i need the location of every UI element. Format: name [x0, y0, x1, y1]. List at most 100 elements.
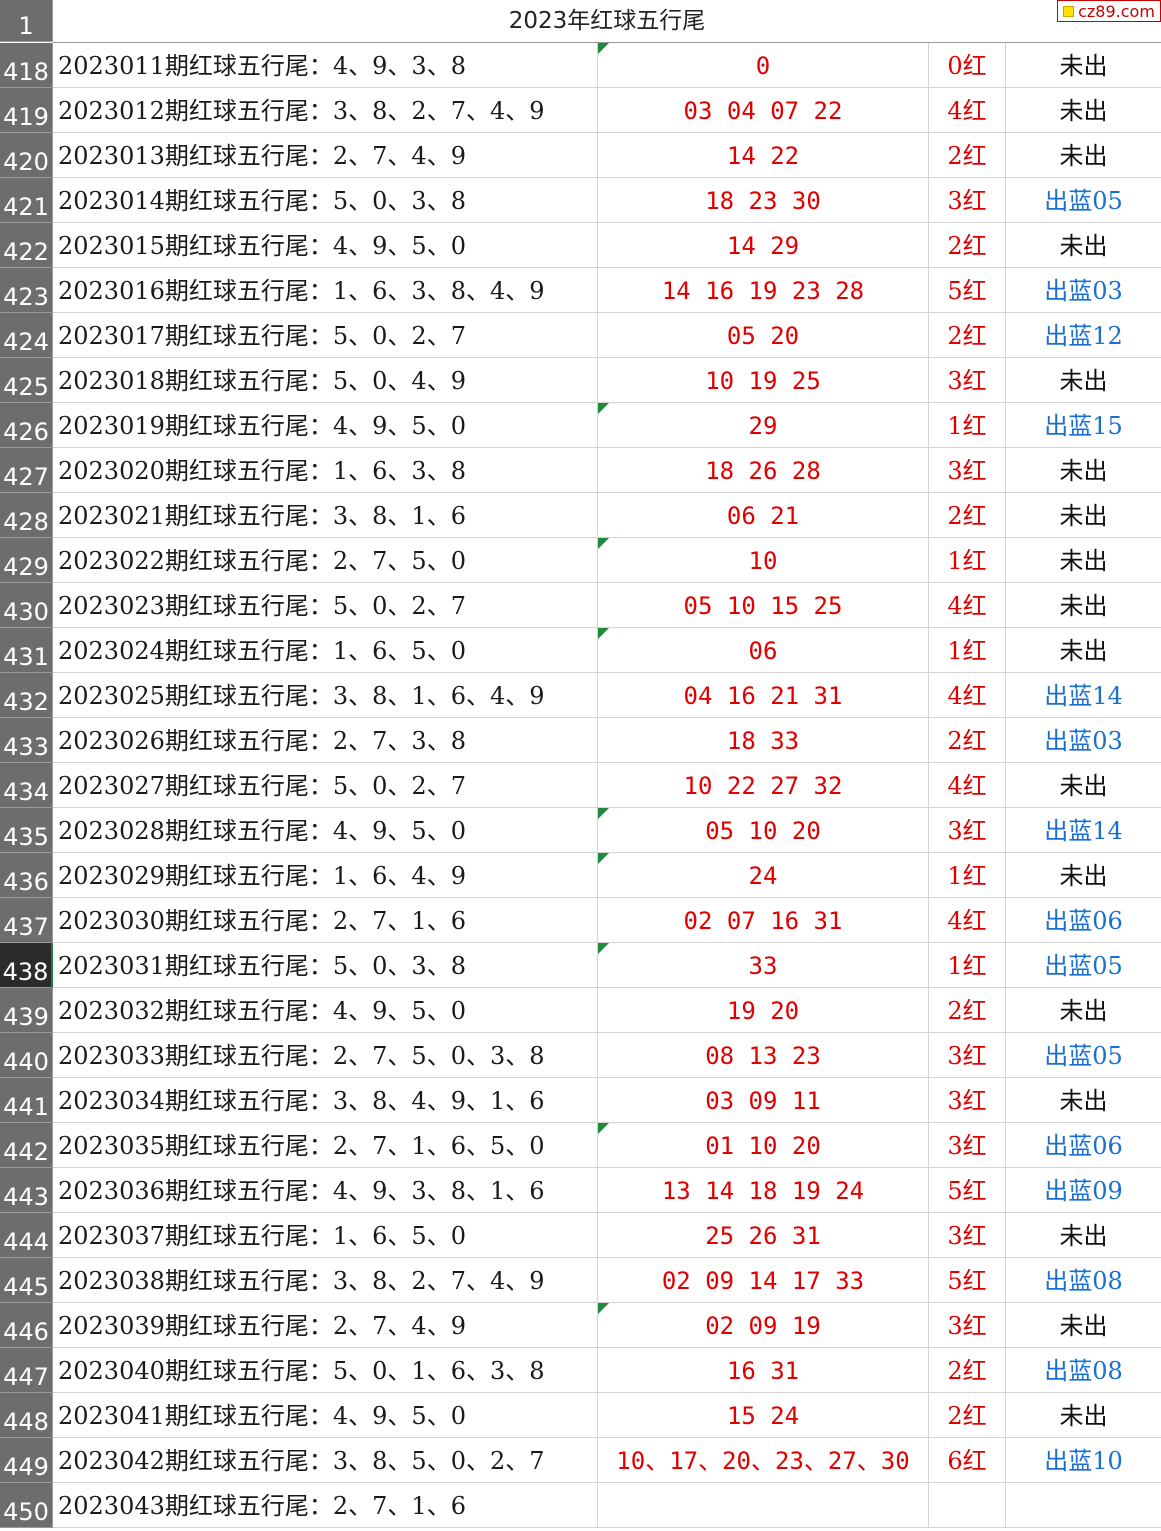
- red-count-cell[interactable]: 3红: [929, 358, 1006, 402]
- red-numbers-cell[interactable]: 18 23 30: [598, 178, 929, 222]
- row-header[interactable]: 433: [0, 718, 53, 763]
- red-count-cell[interactable]: 4红: [929, 583, 1006, 627]
- red-numbers-cell[interactable]: 02 07 16 31: [598, 898, 929, 942]
- red-numbers-cell[interactable]: 10 19 25: [598, 358, 929, 402]
- row-header[interactable]: 448: [0, 1393, 53, 1438]
- row-header[interactable]: 438: [0, 943, 53, 988]
- blue-status-cell[interactable]: 出蓝08: [1006, 1258, 1161, 1302]
- red-count-cell[interactable]: 1红: [929, 538, 1006, 582]
- red-count-cell[interactable]: 2红: [929, 223, 1006, 267]
- red-count-cell[interactable]: 3红: [929, 448, 1006, 492]
- blue-status-cell[interactable]: 出蓝05: [1006, 943, 1161, 987]
- issue-description-cell[interactable]: 2023013期红球五行尾：2、7、4、9: [53, 133, 598, 177]
- issue-description-cell[interactable]: 2023026期红球五行尾：2、7、3、8: [53, 718, 598, 762]
- red-numbers-cell[interactable]: 04 16 21 31: [598, 673, 929, 717]
- row-header[interactable]: 425: [0, 358, 53, 403]
- blue-status-cell[interactable]: 出蓝09: [1006, 1168, 1161, 1212]
- red-numbers-cell[interactable]: 15 24: [598, 1393, 929, 1437]
- red-numbers-cell[interactable]: 10 22 27 32: [598, 763, 929, 807]
- issue-description-cell[interactable]: 2023025期红球五行尾：3、8、1、6、4、9: [53, 673, 598, 717]
- red-numbers-cell[interactable]: 19 20: [598, 988, 929, 1032]
- red-count-cell[interactable]: 2红: [929, 133, 1006, 177]
- red-numbers-cell[interactable]: 16 31: [598, 1348, 929, 1392]
- issue-description-cell[interactable]: 2023019期红球五行尾：4、9、5、0: [53, 403, 598, 447]
- red-numbers-cell[interactable]: 05 20: [598, 313, 929, 357]
- issue-description-cell[interactable]: 2023030期红球五行尾：2、7、1、6: [53, 898, 598, 942]
- blue-status-cell[interactable]: 未出: [1006, 583, 1161, 627]
- issue-description-cell[interactable]: 2023023期红球五行尾：5、0、2、7: [53, 583, 598, 627]
- red-numbers-cell[interactable]: 10: [598, 538, 929, 582]
- blue-status-cell[interactable]: 出蓝14: [1006, 673, 1161, 717]
- row-header[interactable]: 418: [0, 43, 53, 88]
- red-count-cell[interactable]: 2红: [929, 1348, 1006, 1392]
- blue-status-cell[interactable]: 出蓝06: [1006, 898, 1161, 942]
- blue-status-cell[interactable]: 出蓝03: [1006, 718, 1161, 762]
- red-count-cell[interactable]: 3红: [929, 808, 1006, 852]
- red-numbers-cell[interactable]: 02 09 14 17 33: [598, 1258, 929, 1302]
- red-numbers-cell[interactable]: 03 04 07 22: [598, 88, 929, 132]
- red-count-cell[interactable]: 3红: [929, 1213, 1006, 1257]
- row-header[interactable]: 444: [0, 1213, 53, 1258]
- blue-status-cell[interactable]: 未出: [1006, 448, 1161, 492]
- red-numbers-cell[interactable]: 01 10 20: [598, 1123, 929, 1167]
- blue-status-cell[interactable]: 未出: [1006, 133, 1161, 177]
- red-numbers-cell[interactable]: 29: [598, 403, 929, 447]
- row-header[interactable]: 420: [0, 133, 53, 178]
- blue-status-cell[interactable]: 未出: [1006, 1213, 1161, 1257]
- red-numbers-cell[interactable]: 02 09 19: [598, 1303, 929, 1347]
- row-header[interactable]: 421: [0, 178, 53, 223]
- red-count-cell[interactable]: 1红: [929, 853, 1006, 897]
- blue-status-cell[interactable]: 未出: [1006, 628, 1161, 672]
- blue-status-cell[interactable]: 出蓝12: [1006, 313, 1161, 357]
- red-numbers-cell[interactable]: 25 26 31: [598, 1213, 929, 1257]
- issue-description-cell[interactable]: 2023036期红球五行尾：4、9、3、8、1、6: [53, 1168, 598, 1212]
- row-header[interactable]: 428: [0, 493, 53, 538]
- red-count-cell[interactable]: 1红: [929, 943, 1006, 987]
- row-header[interactable]: 446: [0, 1303, 53, 1348]
- row-header[interactable]: 435: [0, 808, 53, 853]
- red-count-cell[interactable]: 4红: [929, 88, 1006, 132]
- red-count-cell[interactable]: 2红: [929, 1393, 1006, 1437]
- red-count-cell[interactable]: 2红: [929, 493, 1006, 537]
- issue-description-cell[interactable]: 2023032期红球五行尾：4、9、5、0: [53, 988, 598, 1032]
- blue-status-cell[interactable]: [1006, 1483, 1161, 1527]
- red-count-cell[interactable]: 3红: [929, 178, 1006, 222]
- red-count-cell[interactable]: 5红: [929, 1168, 1006, 1212]
- issue-description-cell[interactable]: 2023037期红球五行尾：1、6、5、0: [53, 1213, 598, 1257]
- red-count-cell[interactable]: 5红: [929, 268, 1006, 312]
- row-header[interactable]: 427: [0, 448, 53, 493]
- red-count-cell[interactable]: 3红: [929, 1078, 1006, 1122]
- red-count-cell[interactable]: 3红: [929, 1033, 1006, 1077]
- issue-description-cell[interactable]: 2023043期红球五行尾：2、7、1、6: [53, 1483, 598, 1527]
- red-count-cell[interactable]: 0红: [929, 43, 1006, 87]
- row-header[interactable]: 431: [0, 628, 53, 673]
- row-header[interactable]: 436: [0, 853, 53, 898]
- row-header[interactable]: 437: [0, 898, 53, 943]
- issue-description-cell[interactable]: 2023041期红球五行尾：4、9、5、0: [53, 1393, 598, 1437]
- row-header[interactable]: 423: [0, 268, 53, 313]
- blue-status-cell[interactable]: 未出: [1006, 223, 1161, 267]
- issue-description-cell[interactable]: 2023035期红球五行尾：2、7、1、6、5、0: [53, 1123, 598, 1167]
- red-count-cell[interactable]: 3红: [929, 1123, 1006, 1167]
- row-header[interactable]: 434: [0, 763, 53, 808]
- red-numbers-cell[interactable]: 05 10 15 25: [598, 583, 929, 627]
- blue-status-cell[interactable]: 未出: [1006, 493, 1161, 537]
- issue-description-cell[interactable]: 2023021期红球五行尾：3、8、1、6: [53, 493, 598, 537]
- blue-status-cell[interactable]: 出蓝05: [1006, 178, 1161, 222]
- red-numbers-cell[interactable]: 33: [598, 943, 929, 987]
- row-header[interactable]: 422: [0, 223, 53, 268]
- issue-description-cell[interactable]: 2023042期红球五行尾：3、8、5、0、2、7: [53, 1438, 598, 1482]
- issue-description-cell[interactable]: 2023012期红球五行尾：3、8、2、7、4、9: [53, 88, 598, 132]
- issue-description-cell[interactable]: 2023038期红球五行尾：3、8、2、7、4、9: [53, 1258, 598, 1302]
- red-count-cell[interactable]: 3红: [929, 1303, 1006, 1347]
- row-header[interactable]: 450: [0, 1483, 53, 1528]
- issue-description-cell[interactable]: 2023017期红球五行尾：5、0、2、7: [53, 313, 598, 357]
- red-numbers-cell[interactable]: 08 13 23: [598, 1033, 929, 1077]
- blue-status-cell[interactable]: 未出: [1006, 358, 1161, 402]
- row-header[interactable]: 442: [0, 1123, 53, 1168]
- blue-status-cell[interactable]: 未出: [1006, 43, 1161, 87]
- red-numbers-cell[interactable]: 03 09 11: [598, 1078, 929, 1122]
- red-count-cell[interactable]: 4红: [929, 763, 1006, 807]
- blue-status-cell[interactable]: 未出: [1006, 853, 1161, 897]
- issue-description-cell[interactable]: 2023040期红球五行尾：5、0、1、6、3、8: [53, 1348, 598, 1392]
